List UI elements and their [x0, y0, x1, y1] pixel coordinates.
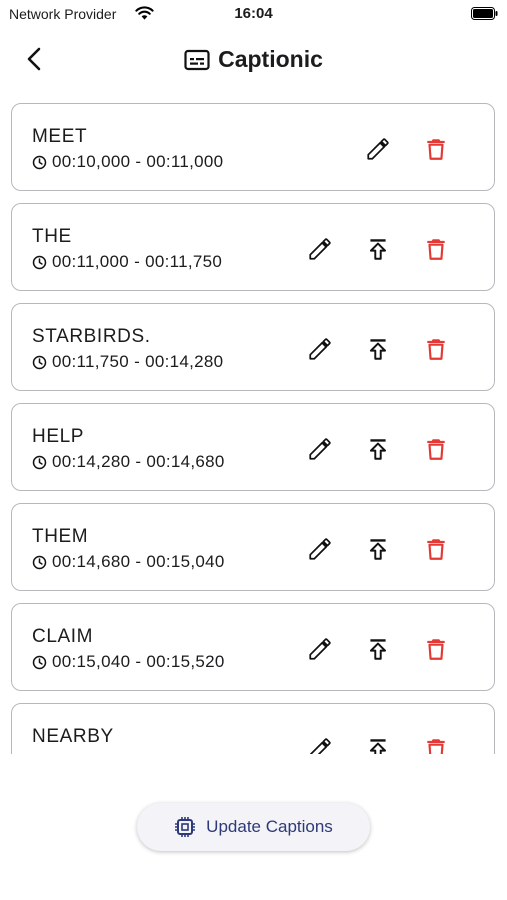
edit-button[interactable] [305, 534, 335, 564]
caption-list[interactable]: MEET 00:10,000 - 00:11,000 THE 00:11,000 - … [0, 103, 507, 754]
merge-up-icon [365, 536, 391, 562]
merge-up-button[interactable] [363, 734, 393, 754]
caption-word: NEARBY [32, 726, 114, 747]
caption-card[interactable]: STARBIRDS. 00:11,750 - 00:14,280 [11, 303, 495, 391]
caption-card[interactable]: HELP 00:14,280 - 00:14,680 [11, 403, 495, 491]
clock-icon [32, 255, 47, 269]
battery-icon [471, 7, 498, 20]
update-captions-label: Update Captions [206, 817, 333, 836]
merge-up-button[interactable] [363, 334, 393, 364]
clock-icon [32, 555, 47, 569]
time-range: 00:10,000 - 00:11,000 [52, 152, 224, 171]
trash-icon [423, 736, 449, 754]
caption-word: THE [32, 226, 72, 247]
app-header: Captionic [0, 36, 507, 86]
pencil-icon [307, 736, 333, 754]
caption-time: 00:11,000 - 00:11,750 [32, 252, 222, 272]
trash-icon [423, 536, 449, 562]
merge-up-button[interactable] [363, 534, 393, 564]
trash-icon [423, 336, 449, 362]
caption-word: CLAIM [32, 626, 94, 647]
clock-icon [32, 155, 47, 169]
pencil-icon [307, 236, 333, 262]
caption-card[interactable]: THE 00:11,000 - 00:11,750 [11, 203, 495, 291]
delete-button[interactable] [421, 434, 451, 464]
delete-button[interactable] [421, 234, 451, 264]
caption-word: THEM [32, 526, 89, 547]
trash-icon [423, 236, 449, 262]
update-captions-button[interactable]: Update Captions [137, 803, 370, 851]
edit-button[interactable] [305, 334, 335, 364]
trash-icon [423, 636, 449, 662]
clock-icon [32, 655, 47, 669]
merge-up-button[interactable] [363, 434, 393, 464]
captions-icon [184, 49, 210, 70]
time-range: 00:14,680 - 00:15,040 [52, 552, 225, 571]
merge-up-icon [365, 436, 391, 462]
time-range: 00:11,000 - 00:11,750 [52, 252, 223, 271]
caption-card[interactable]: MEET 00:10,000 - 00:11,000 [11, 103, 495, 191]
merge-up-icon [365, 636, 391, 662]
merge-up-button[interactable] [363, 234, 393, 264]
trash-icon [423, 436, 449, 462]
caption-card[interactable]: THEM 00:14,680 - 00:15,040 [11, 503, 495, 591]
clock-time: 16:04 [234, 5, 273, 22]
merge-up-icon [365, 336, 391, 362]
trash-icon [423, 136, 449, 162]
pencil-icon [307, 436, 333, 462]
caption-time: 00:14,280 - 00:14,680 [32, 452, 225, 472]
clock-icon [32, 455, 47, 469]
pencil-icon [307, 536, 333, 562]
delete-button[interactable] [421, 534, 451, 564]
pencil-icon [365, 136, 391, 162]
edit-button[interactable] [305, 434, 335, 464]
status-bar: Network Provider 16:04 [0, 0, 507, 28]
page-title: Captionic [218, 46, 323, 72]
delete-button[interactable] [421, 334, 451, 364]
merge-up-icon [365, 236, 391, 262]
caption-time: 00:10,000 - 00:11,000 [32, 152, 223, 172]
delete-button[interactable] [421, 634, 451, 664]
edit-button[interactable] [363, 134, 393, 164]
delete-button[interactable] [421, 734, 451, 754]
caption-card[interactable]: CLAIM 00:15,040 - 00:15,520 [11, 603, 495, 691]
time-range: 00:11,750 - 00:14,280 [52, 352, 224, 371]
caption-word: STARBIRDS. [32, 326, 151, 347]
pencil-icon [307, 636, 333, 662]
caption-card[interactable]: NEARBY [11, 703, 495, 754]
chip-icon [175, 817, 196, 837]
edit-button[interactable] [305, 234, 335, 264]
time-range: 00:15,040 - 00:15,520 [52, 652, 225, 671]
merge-up-button[interactable] [363, 634, 393, 664]
clock-icon [32, 355, 47, 369]
caption-word: HELP [32, 426, 85, 447]
caption-word: MEET [32, 126, 88, 147]
merge-up-icon [365, 736, 391, 754]
edit-button[interactable] [305, 634, 335, 664]
caption-time: 00:11,750 - 00:14,280 [32, 352, 223, 372]
pencil-icon [307, 336, 333, 362]
caption-time: 00:14,680 - 00:15,040 [32, 552, 225, 572]
caption-time: 00:15,040 - 00:15,520 [32, 652, 225, 672]
delete-button[interactable] [421, 134, 451, 164]
edit-button[interactable] [305, 734, 335, 754]
time-range: 00:14,280 - 00:14,680 [52, 452, 225, 471]
